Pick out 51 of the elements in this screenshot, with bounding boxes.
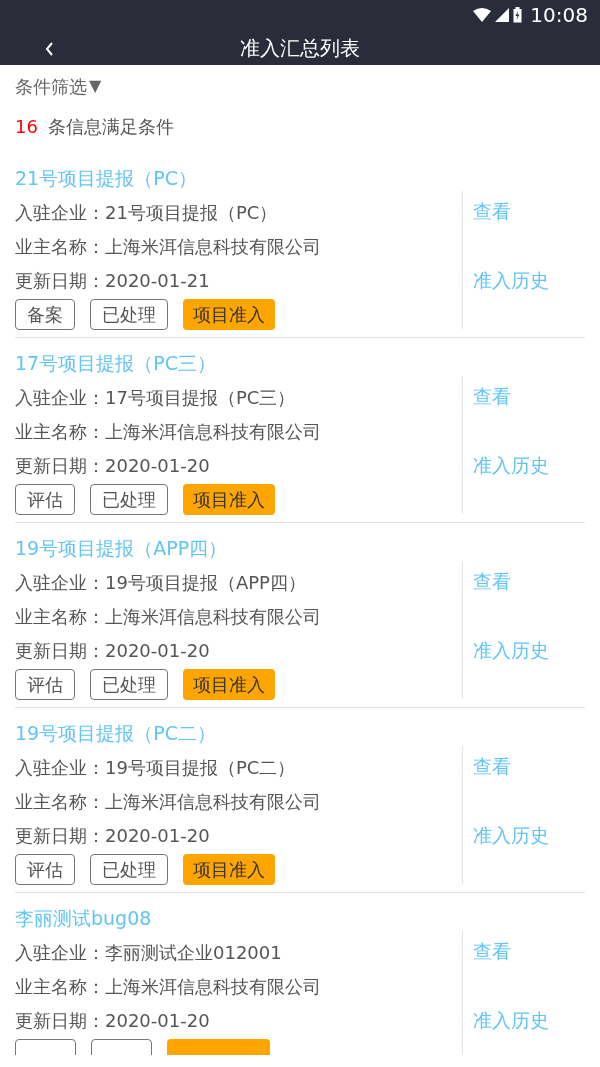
label-tag: 备案	[15, 298, 75, 330]
info-text: 业主名称：上海米洱信息科技有限公司	[15, 974, 321, 999]
status-time: 10:08	[530, 2, 588, 29]
battery-icon	[513, 7, 523, 23]
history-link[interactable]: 准入历史	[473, 450, 549, 479]
info-text: 入驻企业：17号项目提报（PC三）	[15, 385, 296, 410]
label-tag: 评估	[15, 483, 75, 515]
view-link[interactable]: 查看	[473, 937, 549, 966]
status-tag: 项目准入	[183, 668, 275, 700]
item-title[interactable]: 19号项目提报（APP四）	[15, 532, 585, 565]
info-text: 更新日期：2020-01-21	[15, 268, 210, 293]
label-tag: 评估	[15, 668, 75, 700]
item-title[interactable]: 李丽测试bug08	[15, 902, 585, 935]
info-text: 入驻企业：21号项目提报（PC）	[15, 200, 278, 225]
info-text: 更新日期：2020-01-20	[15, 1008, 210, 1033]
info-text: 业主名称：上海米洱信息科技有限公司	[15, 789, 321, 814]
history-link[interactable]: 准入历史	[473, 820, 549, 849]
info-text: 业主名称：上海米洱信息科技有限公司	[15, 419, 321, 444]
wifi-icon	[473, 8, 492, 22]
result-text: 条信息满足条件	[47, 114, 174, 139]
result-count: 16	[15, 114, 38, 139]
signal-icon	[495, 8, 510, 22]
info-text: 入驻企业：19号项目提报（PC二）	[15, 755, 296, 780]
filter-dropdown[interactable]: 条件筛选▼	[15, 72, 102, 100]
view-link[interactable]: 查看	[473, 567, 549, 596]
item-title[interactable]: 19号项目提报（PC二）	[15, 717, 585, 750]
view-link[interactable]: 查看	[473, 382, 549, 411]
page-title: 准入汇总列表	[240, 34, 360, 62]
item-title[interactable]: 17号项目提报（PC三）	[15, 347, 585, 380]
back-icon[interactable]	[45, 42, 54, 56]
item-title[interactable]: 21号项目提报（PC）	[15, 162, 585, 195]
info-text: 业主名称：上海米洱信息科技有限公司	[15, 604, 321, 629]
label-tag: 已处理	[90, 853, 168, 885]
info-text: 业主名称：上海米洱信息科技有限公司	[15, 234, 321, 259]
label-tag: 已处理	[90, 668, 168, 700]
status-tag: 项目准入	[183, 298, 275, 330]
status-tag: 项目准入	[183, 483, 275, 515]
info-text: 更新日期：2020-01-20	[15, 453, 210, 478]
status-tag: 项目准入	[183, 853, 275, 885]
info-text: 更新日期：2020-01-20	[15, 823, 210, 848]
view-link[interactable]: 查看	[473, 752, 549, 781]
history-link[interactable]: 准入历史	[473, 1005, 549, 1034]
label-tag: 已处理	[90, 298, 168, 330]
info-text: 入驻企业：19号项目提报（APP四）	[15, 570, 306, 595]
label-tag: 评估	[15, 853, 75, 885]
info-text: 入驻企业：李丽测试企业012001	[15, 940, 282, 965]
info-text: 更新日期：2020-01-20	[15, 638, 210, 663]
history-link[interactable]: 准入历史	[473, 635, 549, 664]
history-link[interactable]: 准入历史	[473, 265, 549, 294]
label-tag: 已处理	[90, 483, 168, 515]
view-link[interactable]: 查看	[473, 197, 549, 226]
